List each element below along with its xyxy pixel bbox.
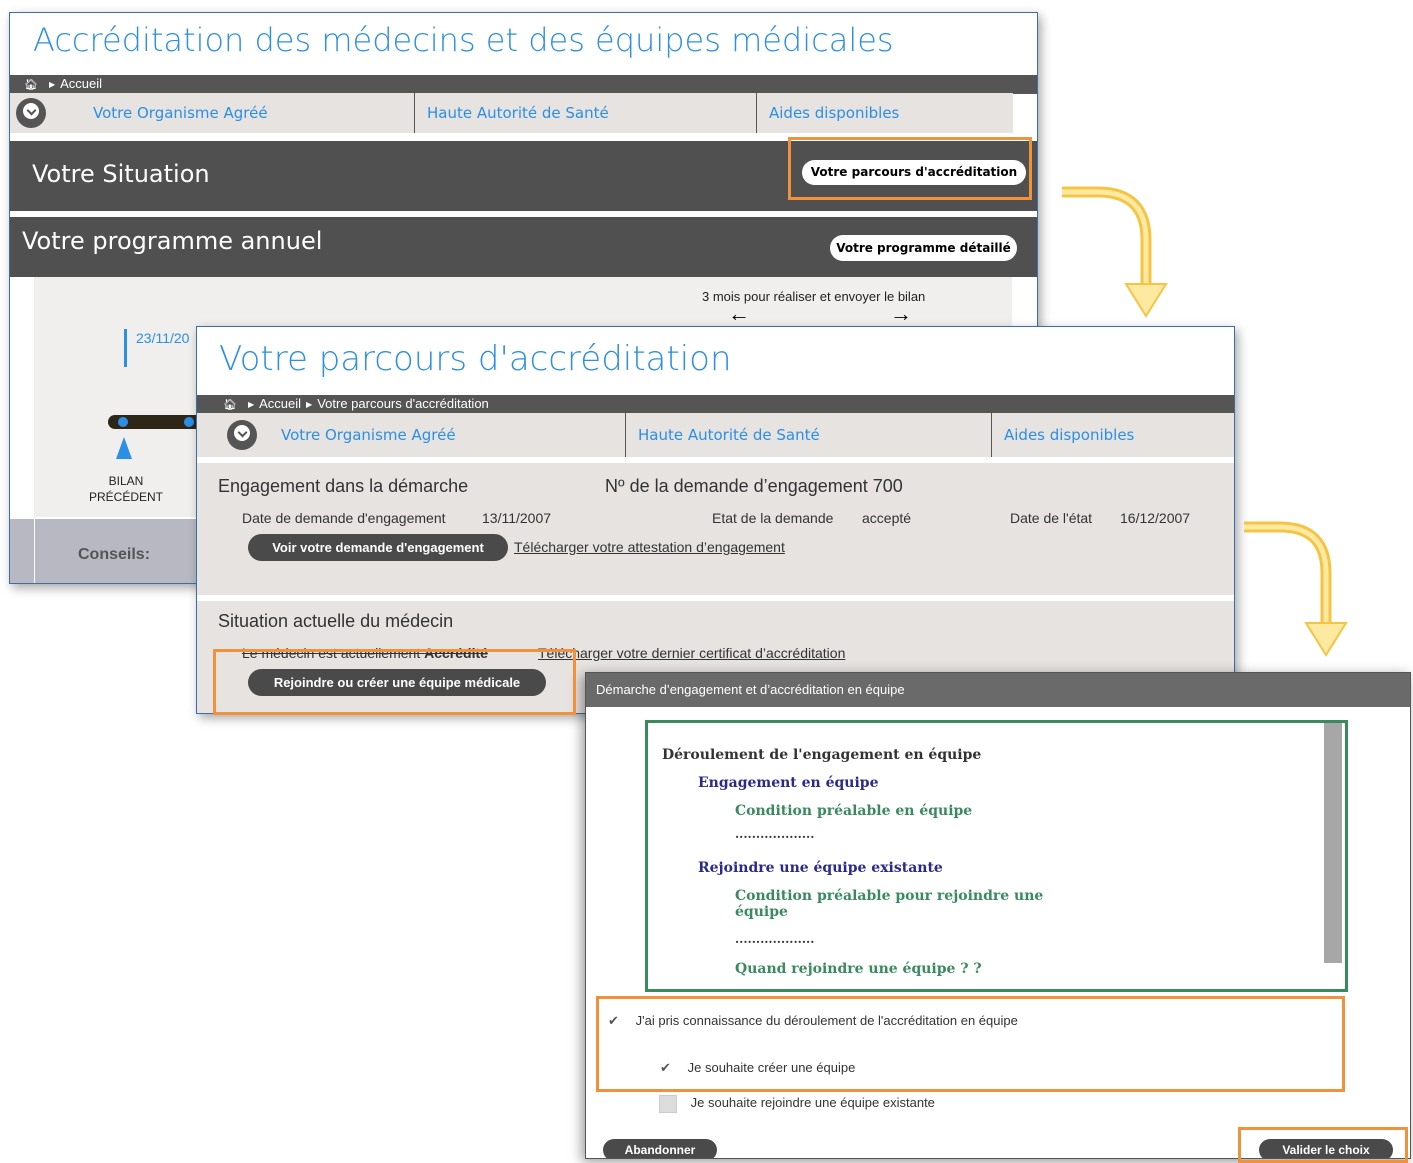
chevron-down-icon[interactable] bbox=[16, 98, 46, 128]
programme-detail-button[interactable]: Votre programme détaillé bbox=[830, 235, 1017, 261]
request-number: Nº de la demande d’engagement 700 bbox=[605, 476, 903, 496]
nav-aides[interactable]: Aides disponibles bbox=[991, 413, 1234, 457]
section-engagement: Engagement en équipe bbox=[698, 775, 879, 791]
empty-checkbox[interactable] bbox=[659, 1095, 677, 1113]
state-date-value: 16/12/2007 bbox=[1120, 510, 1191, 526]
content-scrollbar[interactable] bbox=[1324, 723, 1342, 963]
chevron-right-icon: ▶ bbox=[247, 400, 255, 409]
request-state-label: Etat de la demande bbox=[712, 510, 834, 526]
chevron-down-icon[interactable] bbox=[227, 420, 257, 450]
view-engagement-button[interactable]: Voir votre demande d'engagement bbox=[248, 534, 508, 561]
request-date-value: 13/11/2007 bbox=[482, 510, 552, 526]
chevron-right-icon: ▶ bbox=[306, 400, 313, 409]
download-attestation-link[interactable]: Télécharger votre attestation d’engageme… bbox=[514, 539, 785, 555]
top-nav: Votre Organisme Agréé Haute Autorité de … bbox=[10, 93, 1013, 133]
home-icon[interactable]: 🏠︎ bbox=[223, 399, 237, 411]
section-engagement-item: Condition préalable en équipe bbox=[735, 803, 973, 819]
page-title: Accréditation des médecins et des équipe… bbox=[33, 21, 894, 59]
situation-title: Votre Situation bbox=[32, 160, 210, 188]
situation-heading: Situation actuelle du médecin bbox=[218, 611, 454, 631]
highlight-parcours-button bbox=[788, 137, 1032, 200]
bilan-label-line2: PRÉCÉDENT bbox=[88, 490, 163, 504]
highlight-validate-button bbox=[1238, 1127, 1408, 1163]
dialog-titlebar: Démarche d’engagement et d’accréditation… bbox=[586, 673, 1410, 707]
section-join: Rejoindre une équipe existante bbox=[698, 860, 943, 876]
engagement-section: Engagement dans la démarche Nº de la dem… bbox=[197, 463, 1234, 595]
state-date-label: Date de l'état bbox=[1010, 510, 1093, 526]
highlight-checkboxes bbox=[596, 996, 1345, 1092]
breadcrumb: 🏠︎ ▶ Accueil bbox=[10, 75, 1037, 94]
conseils-label: Conseils: bbox=[78, 546, 151, 563]
arrow-left-icon: ← bbox=[728, 301, 750, 326]
content-heading: Déroulement de l'engagement en équipe bbox=[662, 747, 982, 763]
page-title: Votre parcours d'accréditation bbox=[219, 339, 732, 379]
conseils-divider bbox=[34, 519, 35, 583]
section-join-when: Quand rejoindre une équipe ? ? bbox=[735, 961, 982, 977]
nav-aides[interactable]: Aides disponibles bbox=[756, 93, 1013, 133]
cancel-button[interactable]: Abandonner bbox=[603, 1139, 717, 1158]
engagement-heading: Engagement dans la démarche bbox=[218, 476, 469, 496]
programme-title: Votre programme annuel bbox=[22, 227, 323, 255]
arrow-up-icon bbox=[116, 437, 132, 459]
nav-organisme-agree[interactable]: Votre Organisme Agréé bbox=[52, 93, 414, 133]
request-date-label: Date de demande d'engagement bbox=[242, 510, 446, 526]
flow-arrow-icon bbox=[1062, 186, 1168, 318]
ellipsis: ................... bbox=[735, 827, 815, 841]
highlight-team-button bbox=[213, 649, 576, 715]
nav-haute-autorite[interactable]: Haute Autorité de Santé bbox=[414, 93, 756, 133]
breadcrumb-item[interactable]: Accueil bbox=[259, 396, 301, 411]
timeline-marker bbox=[124, 329, 127, 367]
timeline-dot bbox=[184, 417, 194, 427]
breadcrumb-item[interactable]: Accueil bbox=[60, 76, 102, 91]
breadcrumb: 🏠︎ ▶ Accueil ▶ Votre parcours d'accréditatio… bbox=[197, 395, 1234, 414]
join-team-label: Je souhaite rejoindre une équipe existan… bbox=[690, 1095, 935, 1111]
bilan-label-line1: BILAN bbox=[108, 474, 144, 488]
flow-arrow-icon bbox=[1244, 521, 1348, 657]
top-nav: Votre Organisme Agréé Haute Autorité de … bbox=[197, 413, 1234, 457]
join-team-checkbox-row[interactable]: Je souhaite rejoindre une équipe existan… bbox=[659, 1095, 935, 1113]
nav-haute-autorite[interactable]: Haute Autorité de Santé bbox=[625, 413, 991, 457]
ellipsis: ................... bbox=[735, 932, 815, 946]
timeline-dot bbox=[118, 417, 128, 427]
breadcrumb-item[interactable]: Votre parcours d'accréditation bbox=[317, 396, 489, 411]
home-icon[interactable]: 🏠︎ bbox=[24, 79, 38, 91]
request-state-value: accepté bbox=[862, 510, 912, 526]
bilan-label: BILAN PRÉCÉDENT bbox=[84, 473, 168, 505]
programme-bar: Votre programme annuel Votre programme d… bbox=[10, 217, 1037, 277]
section-join-item: Condition préalable pour rejoindre une é… bbox=[735, 888, 1044, 920]
download-certificate-link[interactable]: Télécharger votre dernier certificat d’a… bbox=[538, 645, 845, 661]
arrow-right-icon: → bbox=[890, 301, 912, 326]
dialog-content-box: Déroulement de l'engagement en équipe En… bbox=[645, 720, 1348, 992]
nav-organisme-agree[interactable]: Votre Organisme Agréé bbox=[269, 413, 625, 457]
chevron-right-icon: ▶ bbox=[48, 80, 56, 89]
timeline-date: 23/11/20 bbox=[136, 330, 190, 346]
